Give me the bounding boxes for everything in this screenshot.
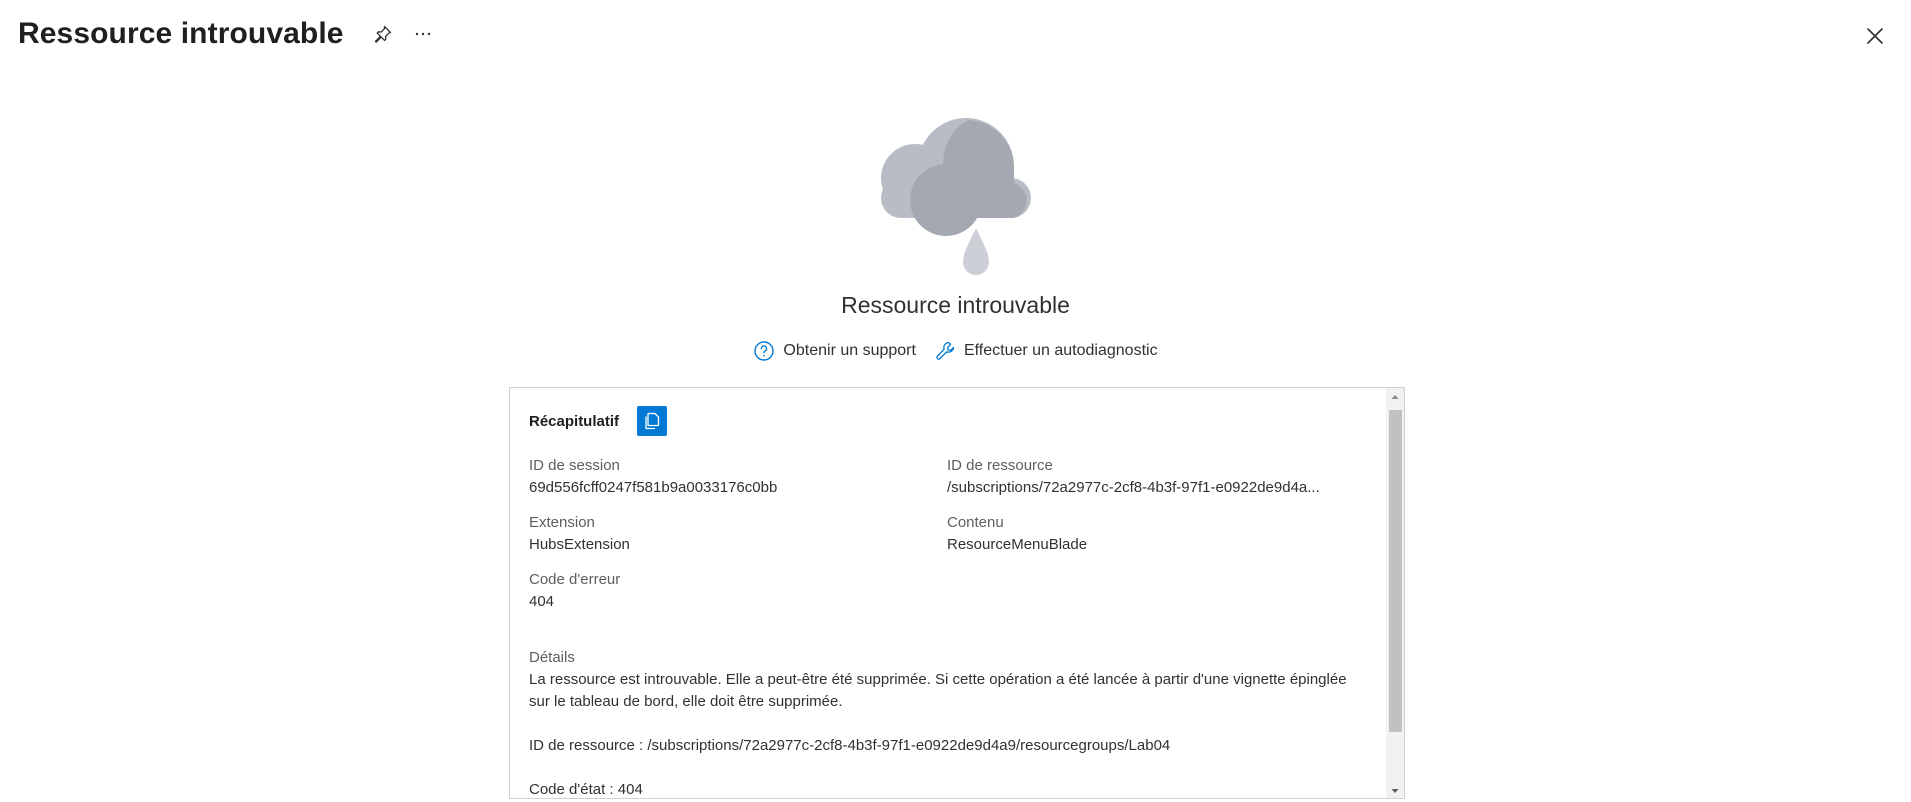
close-icon: [1867, 28, 1883, 44]
session-id-label: ID de session: [529, 457, 620, 474]
get-support-link[interactable]: Obtenir un support: [753, 340, 916, 362]
error-code-field: Code d'erreur 404: [529, 569, 929, 613]
details-message: La ressource est introuvable. Elle a peu…: [529, 671, 1347, 710]
copy-icon: [645, 412, 660, 430]
self-diagnose-label: Effectuer un autodiagnostic: [963, 342, 1158, 359]
resource-id-field: ID de ressource /subscriptions/72a2977c-…: [947, 455, 1353, 499]
error-title: Ressource introuvable: [841, 292, 1070, 318]
rain-cloud-icon: [881, 118, 1031, 275]
details-field: Détails La ressource est introuvable. El…: [529, 647, 1359, 798]
caret-up-icon: [1391, 395, 1399, 399]
session-id-field: ID de session 69d556fcff0247f581b9a00331…: [529, 455, 929, 499]
scroll-down-button[interactable]: [1386, 782, 1404, 798]
caret-down-icon: [1391, 789, 1399, 793]
summary-scrollbar[interactable]: [1386, 388, 1404, 798]
copy-button[interactable]: [637, 406, 668, 436]
details-status-code: Code d'état : 404: [529, 781, 643, 798]
resource-id-label: ID de ressource: [947, 457, 1053, 474]
content-label: Contenu: [947, 514, 1004, 531]
page-title: Ressource introuvable: [18, 17, 344, 50]
more-icon: [415, 32, 430, 36]
blade-header: Ressource introuvable: [18, 10, 440, 58]
extension-value: HubsExtension: [529, 536, 630, 553]
extension-field: Extension HubsExtension: [529, 512, 929, 556]
summary-label: Récapitulatif: [529, 412, 620, 430]
details-label: Détails: [529, 649, 575, 666]
error-code-value: 404: [529, 593, 555, 610]
self-diagnose-link[interactable]: Effectuer un autodiagnostic: [934, 340, 1158, 362]
get-support-label: Obtenir un support: [783, 342, 916, 359]
content-field: Contenu ResourceMenuBlade: [947, 512, 1353, 556]
close-button[interactable]: [1857, 18, 1893, 54]
summary-panel: Récapitulatif ID de session 69d556fcff02…: [509, 387, 1405, 799]
summary-header: Récapitulatif: [529, 406, 668, 436]
page: Ressource introuvable Ressource introuva…: [0, 0, 1911, 802]
more-options-button[interactable]: [406, 17, 440, 51]
extension-label: Extension: [529, 514, 595, 531]
scroll-thumb[interactable]: [1389, 410, 1402, 732]
error-code-label: Code d'erreur: [529, 571, 621, 588]
resource-id-value: /subscriptions/72a2977c-2cf8-4b3f-97f1-e…: [947, 479, 1320, 496]
pin-button[interactable]: [366, 17, 400, 51]
content-value: ResourceMenuBlade: [947, 536, 1088, 553]
pin-icon: [374, 25, 391, 43]
details-text: La ressource est introuvable. Elle a peu…: [529, 669, 1359, 798]
session-id-value: 69d556fcff0247f581b9a0033176c0bb: [529, 479, 778, 496]
wrench-icon: [936, 341, 955, 360]
help-circle-icon: [754, 341, 775, 361]
details-resource-id: ID de ressource : /subscriptions/72a2977…: [529, 737, 1171, 754]
scroll-up-button[interactable]: [1386, 388, 1404, 406]
error-actions: Obtenir un support Effectuer un autodiag…: [0, 340, 1911, 362]
